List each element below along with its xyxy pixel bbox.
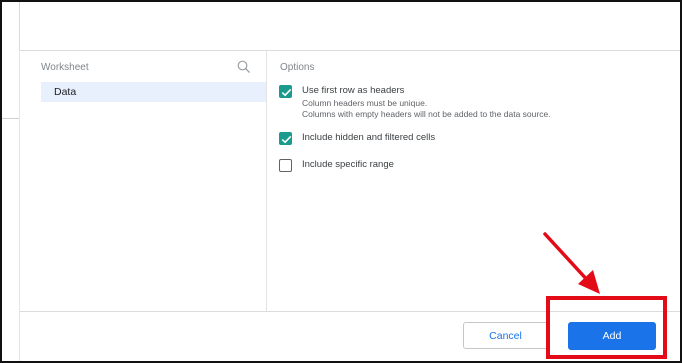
worksheet-header: Worksheet	[20, 51, 266, 81]
headers-help-text: Column headers must be unique.	[302, 98, 428, 108]
options-title: Options	[280, 62, 315, 73]
cancel-button[interactable]: Cancel	[463, 322, 548, 349]
check-icon	[281, 135, 292, 144]
include-hidden-label: Include hidden and filtered cells	[302, 132, 436, 143]
worksheet-panel: Worksheet Data	[20, 51, 267, 312]
include-hidden-checkbox[interactable]	[279, 132, 292, 145]
options-panel: Options Use first row as headers Column …	[267, 51, 681, 312]
worksheet-item-label: Data	[54, 86, 77, 98]
worksheet-item-data[interactable]: Data	[41, 82, 266, 102]
use-first-row-checkbox[interactable]	[279, 85, 292, 98]
include-range-checkbox[interactable]	[279, 159, 292, 172]
dialog-footer: Cancel Add	[19, 311, 681, 362]
add-button[interactable]: Add	[568, 322, 656, 350]
dialog-top-area	[19, 2, 681, 50]
use-first-row-label: Use first row as headers	[302, 85, 405, 96]
headers-help-text: Columns with empty headers will not be a…	[302, 109, 551, 119]
check-icon	[281, 88, 292, 97]
search-icon[interactable]	[237, 60, 251, 74]
include-range-label: Include specific range	[302, 159, 394, 170]
worksheet-title: Worksheet	[41, 62, 89, 73]
dialog-content: Worksheet Data Options Use first row as …	[19, 50, 681, 312]
divider	[2, 118, 19, 119]
